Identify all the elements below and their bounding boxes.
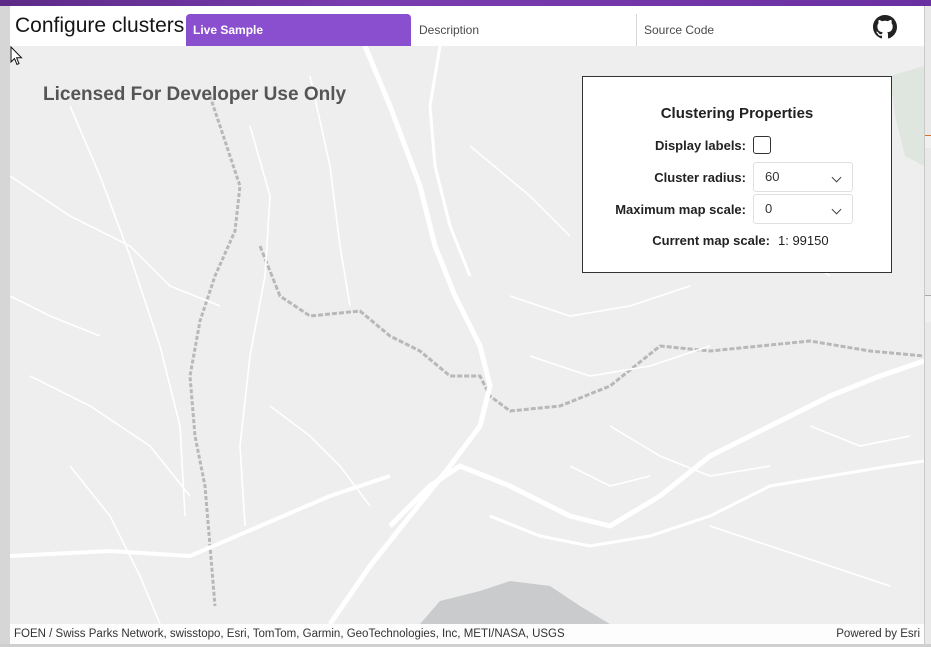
cluster-radius-value: 60	[765, 169, 780, 184]
right-scroll-gutter[interactable]	[924, 6, 931, 647]
clustering-properties-panel: Clustering Properties Display labels: Cl…	[582, 76, 892, 273]
app-header: Configure clusters Live Sample Descripti…	[10, 6, 924, 46]
current-scale-label: Current map scale:	[652, 233, 770, 248]
chevron-down-icon	[831, 172, 842, 183]
mouse-cursor-icon	[10, 46, 23, 66]
right-gutter-mark	[925, 135, 931, 148]
current-scale-value: 1: 99150	[778, 233, 829, 248]
chevron-down-icon	[831, 204, 842, 215]
tab-source-code[interactable]: Source Code	[636, 14, 860, 46]
license-watermark: Licensed For Developer Use Only	[43, 84, 347, 105]
panel-title: Clustering Properties	[660, 105, 814, 122]
right-gutter-mark	[925, 295, 931, 322]
attribution-text[interactable]: FOEN / Swiss Parks Network, swisstopo, E…	[14, 624, 565, 644]
max-scale-value: 0	[765, 201, 773, 216]
display-labels-checkbox[interactable]	[753, 136, 771, 154]
max-scale-label: Maximum map scale:	[615, 202, 746, 217]
powered-by-esri[interactable]: Powered by Esri	[836, 624, 920, 644]
map-view[interactable]: Licensed For Developer Use Only Clusteri…	[10, 46, 924, 624]
display-labels-label: Display labels:	[654, 138, 746, 153]
page-title: Configure clusters	[15, 14, 185, 37]
cluster-radius-select[interactable]: 60	[753, 162, 853, 192]
left-gutter	[0, 6, 10, 647]
github-icon[interactable]	[873, 15, 897, 39]
cluster-radius-label: Cluster radius:	[654, 170, 746, 185]
tab-live-sample[interactable]: Live Sample	[186, 14, 411, 46]
max-scale-select[interactable]: 0	[753, 194, 853, 224]
tab-description[interactable]: Description	[412, 14, 635, 46]
map-attribution-bar: FOEN / Swiss Parks Network, swisstopo, E…	[10, 624, 924, 644]
